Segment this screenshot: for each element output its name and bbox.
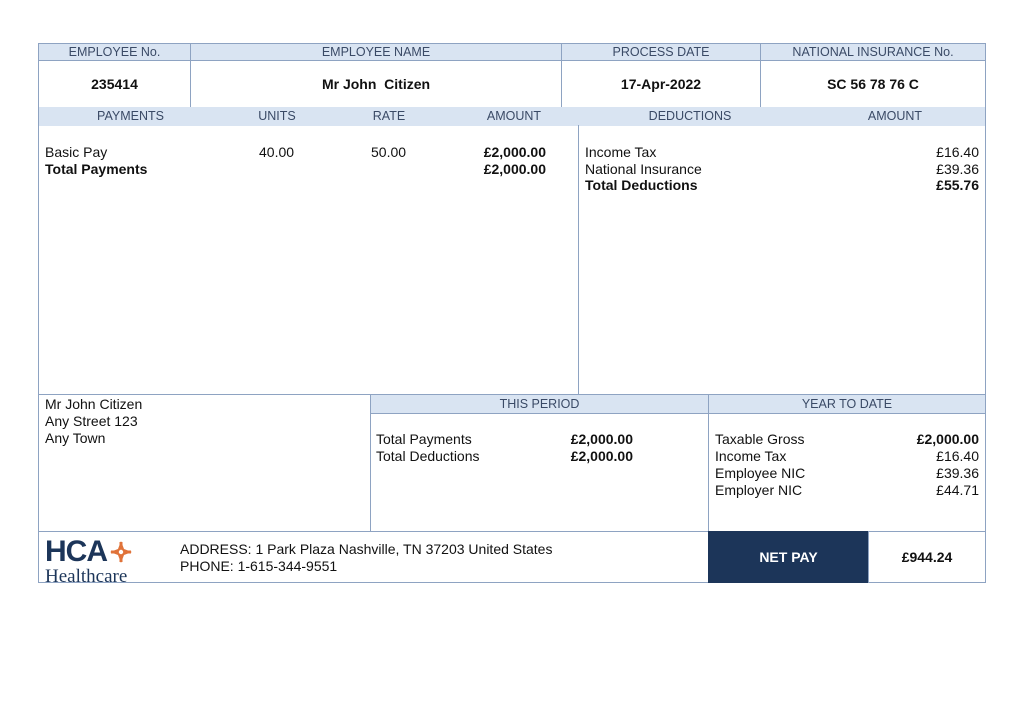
ytd-row-label: Employee NIC	[715, 465, 806, 481]
company-logo: HCA Healthcare	[45, 535, 155, 587]
address-line-2: Any Street 123	[45, 413, 138, 429]
payment-row-amount: £2,000.00	[483, 144, 546, 160]
ytd-row-label: Income Tax	[715, 448, 787, 464]
this-period-header: THIS PERIOD	[371, 395, 708, 414]
net-pay-label: NET PAY	[708, 531, 869, 583]
deduction-row-amount: £39.36	[936, 161, 979, 177]
employee-name-header: EMPLOYEE NAME	[190, 43, 562, 61]
total-payments-label: Total Payments	[45, 161, 148, 177]
deductions-col-header: DEDUCTIONS	[626, 107, 754, 126]
employee-no-label: EMPLOYEE No.	[68, 45, 161, 59]
logo-wordmark: HCA	[45, 535, 108, 568]
ytd-row-amount: £16.40	[936, 448, 979, 464]
ytd-row-label: Taxable Gross	[715, 431, 805, 447]
ni-no-header: NATIONAL INSURANCE No.	[760, 43, 986, 61]
process-date-value: 17-Apr-2022	[561, 60, 761, 108]
company-address: ADDRESS: 1 Park Plaza Nashville, TN 3720…	[180, 541, 553, 557]
payment-row-label: Basic Pay	[45, 144, 108, 160]
employee-name-label: EMPLOYEE NAME	[321, 45, 431, 59]
total-payments-amount: £2,000.00	[483, 161, 546, 177]
ytd-row-amount: £39.36	[936, 465, 979, 481]
logo-subtitle: Healthcare	[45, 566, 128, 587]
payment-row-units: 40.00	[259, 144, 295, 160]
this-period-row-amount: £2,000.00	[570, 431, 633, 447]
ytd-row-amount: £2,000.00	[916, 431, 979, 447]
net-pay-value: £944.24	[868, 531, 986, 583]
deduction-row-amount: £16.40	[936, 144, 979, 160]
process-date-header: PROCESS DATE	[561, 43, 761, 61]
deduction-row-label: Income Tax	[585, 144, 657, 160]
deduction-amount-col-header: AMOUNT	[848, 107, 942, 126]
address-line-1: Mr John Citizen	[45, 396, 143, 412]
deduction-row-label: National Insurance	[585, 161, 702, 177]
cross-star-icon	[110, 541, 132, 563]
process-date-label: PROCESS DATE	[612, 45, 710, 59]
this-period-row-amount: £2,000.00	[570, 448, 633, 464]
ytd-row-label: Employer NIC	[715, 482, 803, 498]
employee-no-header: EMPLOYEE No.	[38, 43, 191, 61]
units-col-header: UNITS	[244, 107, 310, 126]
ytd-row-amount: £44.71	[936, 482, 979, 498]
year-to-date-header: YEAR TO DATE	[709, 395, 985, 414]
company-phone: PHONE: 1-615-344-9551	[180, 558, 338, 574]
total-deductions-label: Total Deductions	[585, 177, 698, 193]
total-deductions-amount: £55.76	[936, 177, 979, 193]
rate-col-header: RATE	[358, 107, 420, 126]
ni-no-label: NATIONAL INSURANCE No.	[792, 45, 954, 59]
payment-row-rate: 50.00	[371, 144, 407, 160]
payments-col-header: PAYMENTS	[78, 107, 183, 126]
payslip: EMPLOYEE No. EMPLOYEE NAME PROCESS DATE …	[38, 43, 986, 587]
employee-name-value: Mr John Citizen	[190, 60, 562, 108]
address-line-3: Any Town	[45, 430, 106, 446]
payment-amount-col-header: AMOUNT	[473, 107, 555, 126]
ni-no-value: SC 56 78 76 C	[760, 60, 986, 108]
employee-no-value: 235414	[38, 60, 191, 108]
